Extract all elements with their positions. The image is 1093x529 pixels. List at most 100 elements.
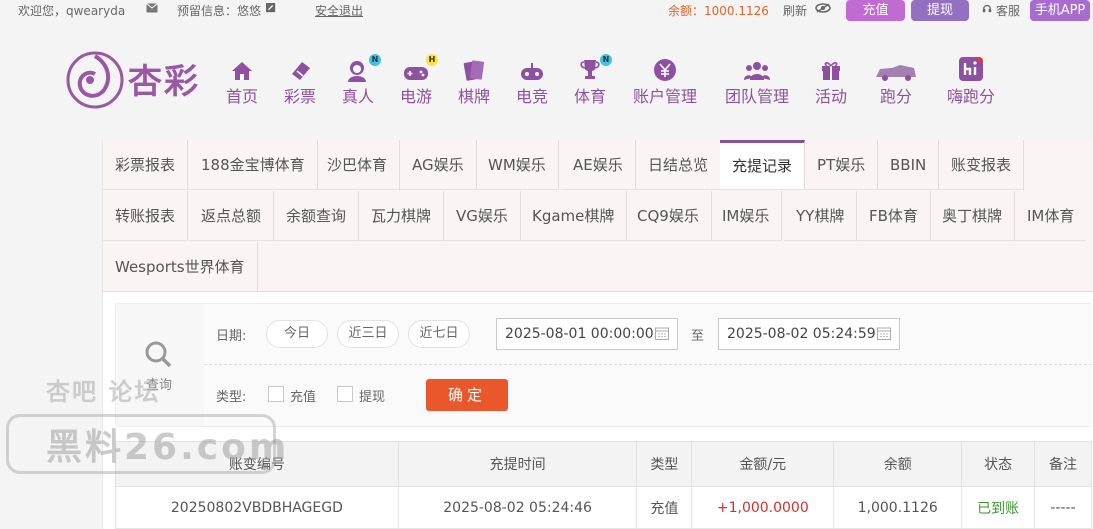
withdraw-checkbox[interactable] bbox=[337, 386, 353, 402]
start-date-value: 2025-08-01 00:00:00 bbox=[505, 326, 654, 342]
logout-link[interactable]: 安全退出 bbox=[315, 2, 363, 19]
tab-ae[interactable]: AE娱乐 bbox=[561, 140, 636, 190]
nav-label: 真人 bbox=[341, 87, 374, 106]
nav-home[interactable]: 首页 bbox=[223, 56, 261, 107]
end-date-value: 2025-08-02 05:24:59 bbox=[727, 326, 876, 342]
tab-yy-chess[interactable]: YY棋牌 bbox=[784, 191, 858, 241]
nav-label: 电游 bbox=[399, 87, 432, 106]
nav-label: 账户管理 bbox=[632, 87, 697, 106]
to-label: 至 bbox=[691, 329, 705, 344]
nav-running-points[interactable]: 跑分 bbox=[872, 56, 920, 107]
service-link[interactable]: 客服 bbox=[996, 2, 1020, 19]
column-header: 充提时间 bbox=[397, 441, 638, 487]
tab-deposit-withdraw[interactable]: 充提记录 bbox=[720, 140, 806, 190]
mail-icon[interactable] bbox=[146, 3, 158, 13]
nav-label: 团队管理 bbox=[724, 87, 789, 106]
column-header: 备注 bbox=[1034, 441, 1092, 487]
nav-account[interactable]: 账户管理 bbox=[630, 56, 700, 107]
joystick-icon bbox=[521, 63, 543, 80]
gift-icon bbox=[822, 62, 840, 80]
record-status: 已到账 bbox=[961, 486, 1036, 529]
tab-wm[interactable]: WM娱乐 bbox=[476, 140, 559, 190]
table-row[interactable]: 20250802VBDBHAGEGD 2025-08-02 05:24:46 充… bbox=[115, 486, 1092, 529]
refresh-label[interactable]: 刷新 bbox=[783, 2, 807, 19]
nav-chess[interactable]: 棋牌 bbox=[455, 56, 493, 107]
hot-badge: H bbox=[426, 54, 438, 66]
nav-sports[interactable]: N 体育 bbox=[571, 54, 612, 107]
tab-bbin[interactable]: BBIN bbox=[878, 140, 940, 190]
nav-esports[interactable]: 电竞 bbox=[513, 56, 551, 107]
tab-lottery-report[interactable]: 彩票报表 bbox=[103, 140, 189, 190]
date-label: 日期: bbox=[216, 329, 247, 344]
tab-kgame-chess[interactable]: Kgame棋牌 bbox=[520, 191, 628, 241]
tab-wesports[interactable]: Wesports世界体育 bbox=[103, 242, 258, 292]
trophy-icon bbox=[580, 60, 600, 79]
tab-cq9[interactable]: CQ9娱乐 bbox=[625, 191, 712, 241]
nav-promotions[interactable]: 活动 bbox=[812, 56, 850, 107]
record-note: ----- bbox=[1034, 486, 1092, 529]
new-badge: N bbox=[600, 54, 612, 66]
tab-ag[interactable]: AG娱乐 bbox=[400, 140, 477, 190]
withdraw-button[interactable]: 提现 bbox=[911, 0, 969, 21]
last-seven-days-chip[interactable]: 近七日 bbox=[408, 320, 470, 348]
watermark-line2: 黑料26.com bbox=[46, 427, 290, 468]
start-date-input[interactable]: 2025-08-01 00:00:00 bbox=[496, 318, 678, 350]
tab-fb-sports[interactable]: FB体育 bbox=[857, 191, 931, 241]
logo-emblem-icon[interactable] bbox=[64, 50, 126, 110]
confirm-button[interactable]: 确定 bbox=[426, 379, 508, 411]
record-type: 充值 bbox=[636, 486, 693, 529]
team-icon bbox=[744, 62, 770, 80]
report-tabs: 彩票报表 188金宝博体育 沙巴体育 AG娱乐 WM娱乐 AE娱乐 日结总览 充… bbox=[103, 140, 1093, 292]
tab-transfer-report[interactable]: 转账报表 bbox=[103, 191, 189, 241]
ticket-icon bbox=[292, 62, 310, 80]
column-header: 余额 bbox=[833, 441, 963, 487]
record-time: 2025-08-02 05:24:46 bbox=[397, 486, 638, 529]
nav-team[interactable]: 团队管理 bbox=[722, 56, 792, 107]
nav-label: 活动 bbox=[814, 87, 847, 106]
divider bbox=[204, 364, 1092, 365]
nav-live[interactable]: N 真人 bbox=[339, 54, 381, 107]
tab-daily-overview[interactable]: 日结总览 bbox=[636, 140, 722, 190]
balance-text: 余额：1000.1126 bbox=[668, 4, 769, 18]
tab-vg[interactable]: VG娱乐 bbox=[444, 191, 521, 241]
nav-label: 嗨跑分 bbox=[946, 87, 995, 106]
car-icon bbox=[876, 65, 916, 81]
tab-im-entertainment[interactable]: IM娱乐 bbox=[710, 191, 783, 241]
logo-text[interactable]: 杏彩 bbox=[128, 54, 200, 103]
column-header: 类型 bbox=[636, 441, 693, 487]
record-id: 20250802VBDBHAGEGD bbox=[115, 486, 399, 529]
record-balance: 1,000.1126 bbox=[833, 486, 963, 529]
column-header: 金额/元 bbox=[691, 441, 835, 487]
search-icon[interactable] bbox=[144, 340, 172, 368]
nav-label: 体育 bbox=[573, 87, 606, 106]
end-date-input[interactable]: 2025-08-02 05:24:59 bbox=[718, 318, 900, 350]
tab-balance-change[interactable]: 账变报表 bbox=[939, 140, 1025, 190]
tab-im-sports[interactable]: IM体育 bbox=[1015, 191, 1087, 241]
column-header: 状态 bbox=[961, 441, 1036, 487]
nav-slots[interactable]: H 电游 bbox=[397, 54, 438, 107]
mobile-app-button[interactable]: 手机APP bbox=[1030, 0, 1090, 21]
reserved-info-text: 预留信息：悠悠 bbox=[177, 4, 262, 18]
nav-lottery[interactable]: 彩票 bbox=[281, 56, 319, 107]
today-chip[interactable]: 今日 bbox=[266, 320, 328, 348]
nav-label: 跑分 bbox=[879, 87, 912, 106]
tab-pt[interactable]: PT娱乐 bbox=[805, 140, 879, 190]
cards-icon bbox=[463, 60, 485, 81]
nav-hi-running-points[interactable]: 嗨跑分 bbox=[944, 56, 998, 107]
tab-188-sports[interactable]: 188金宝博体育 bbox=[189, 140, 318, 190]
tab-odin-chess[interactable]: 奥丁棋牌 bbox=[930, 191, 1016, 241]
tab-wali-chess[interactable]: 瓦力棋牌 bbox=[359, 191, 445, 241]
recharge-button[interactable]: 充值 bbox=[846, 0, 905, 21]
tab-rebate-total[interactable]: 返点总额 bbox=[189, 191, 275, 241]
tab-saba-sports[interactable]: 沙巴体育 bbox=[315, 140, 401, 190]
withdraw-option-label: 提现 bbox=[359, 390, 386, 405]
edit-icon[interactable] bbox=[265, 3, 277, 13]
top-bar: 欢迎您，qwearyda 预留信息：悠悠 安全退出 余额：1000.1126 刷… bbox=[0, 0, 1093, 22]
tab-balance-query[interactable]: 余额查询 bbox=[274, 191, 360, 241]
recharge-option-label: 充值 bbox=[290, 390, 317, 405]
eye-slash-icon[interactable] bbox=[815, 3, 831, 13]
nav-label: 电竞 bbox=[515, 87, 548, 106]
headset-icon[interactable] bbox=[981, 3, 993, 13]
last-three-days-chip[interactable]: 近三日 bbox=[337, 320, 399, 348]
home-icon bbox=[232, 62, 252, 80]
